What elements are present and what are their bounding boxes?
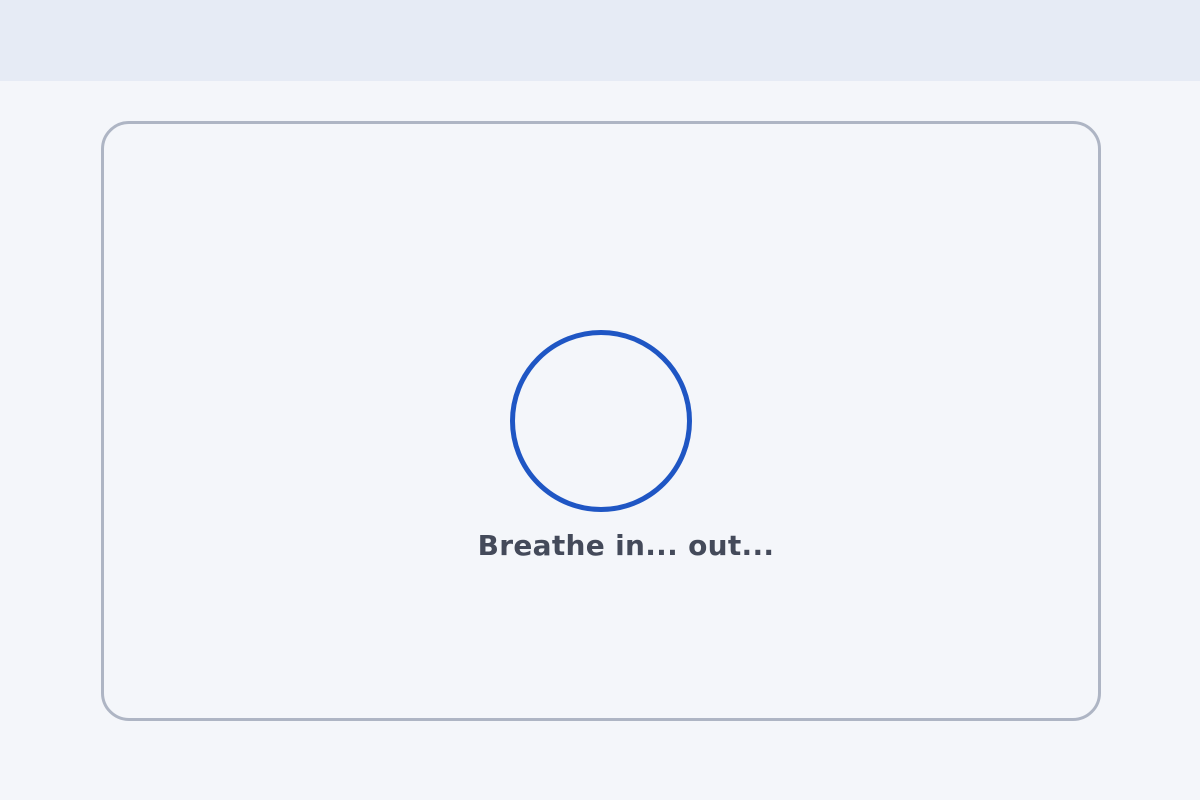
breathing-circle: [510, 330, 692, 512]
breathing-instruction: Breathe in... out...: [477, 529, 775, 562]
top-bar: [0, 0, 1200, 81]
